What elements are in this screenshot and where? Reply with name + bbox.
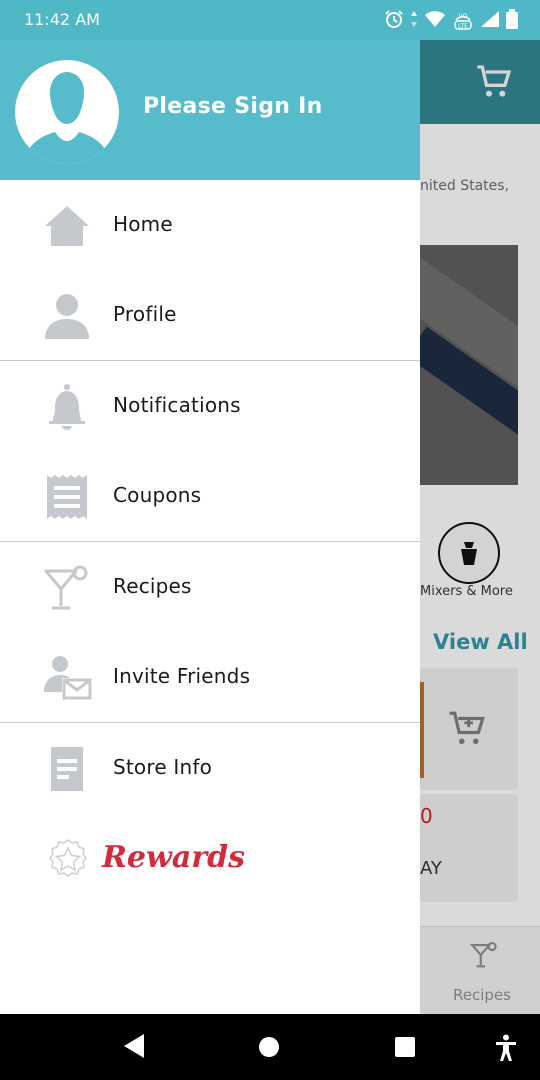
cocktail-icon bbox=[42, 564, 92, 612]
menu-item-profile[interactable]: Profile bbox=[0, 270, 420, 360]
menu-item-label: Home bbox=[113, 212, 173, 236]
menu-item-coupons[interactable]: Coupons bbox=[0, 451, 420, 541]
menu-item-label: Coupons bbox=[113, 483, 202, 507]
sign-in-link[interactable]: Please Sign In bbox=[143, 94, 323, 119]
volte-icon: LTE VO bbox=[452, 8, 474, 34]
person-icon bbox=[42, 292, 92, 340]
alarm-icon bbox=[384, 9, 404, 33]
avatar[interactable] bbox=[15, 60, 119, 164]
accessibility-icon[interactable] bbox=[494, 1034, 518, 1066]
menu-item-label: Invite Friends bbox=[113, 664, 251, 688]
menu-item-invite-friends[interactable]: Invite Friends bbox=[0, 632, 420, 722]
status-icons: LTE VO bbox=[384, 8, 518, 34]
menu-item-label: Recipes bbox=[113, 574, 192, 598]
menu-item-home[interactable]: Home bbox=[0, 180, 420, 270]
home-icon bbox=[42, 202, 92, 250]
menu-item-notifications[interactable]: Notifications bbox=[0, 361, 420, 451]
menu-item-label: Profile bbox=[113, 302, 177, 326]
wifi-icon bbox=[424, 10, 446, 32]
menu-item-rewards[interactable]: Rewards bbox=[46, 838, 245, 886]
coupon-icon bbox=[42, 473, 92, 521]
star-badge-icon bbox=[46, 838, 90, 886]
svg-text:VO: VO bbox=[459, 13, 468, 20]
battery-icon bbox=[506, 9, 518, 33]
home-circle-icon[interactable] bbox=[258, 1036, 280, 1062]
rewards-label: Rewards bbox=[102, 840, 245, 875]
menu-item-store-info[interactable]: Store Info bbox=[0, 723, 420, 813]
invite-icon bbox=[42, 654, 92, 702]
menu-item-label: Store Info bbox=[113, 755, 213, 779]
data-arrows-icon bbox=[410, 10, 418, 32]
drawer-header[interactable]: Please Sign In bbox=[0, 40, 420, 180]
navigation-drawer: Please Sign In Home Profile Notification… bbox=[0, 40, 420, 1014]
bell-icon bbox=[42, 383, 92, 431]
document-icon bbox=[42, 745, 92, 793]
svg-text:LTE: LTE bbox=[458, 23, 468, 30]
signal-icon bbox=[480, 10, 500, 32]
menu-item-recipes[interactable]: Recipes bbox=[0, 542, 420, 632]
status-time: 11:42 AM bbox=[24, 10, 100, 29]
status-bar: 11:42 AM LTE VO bbox=[0, 0, 540, 40]
back-icon[interactable] bbox=[122, 1032, 146, 1064]
person-silhouette-icon bbox=[23, 72, 111, 164]
recents-icon[interactable] bbox=[394, 1036, 416, 1062]
system-nav-bar bbox=[0, 1014, 540, 1080]
menu-item-label: Notifications bbox=[113, 393, 241, 417]
